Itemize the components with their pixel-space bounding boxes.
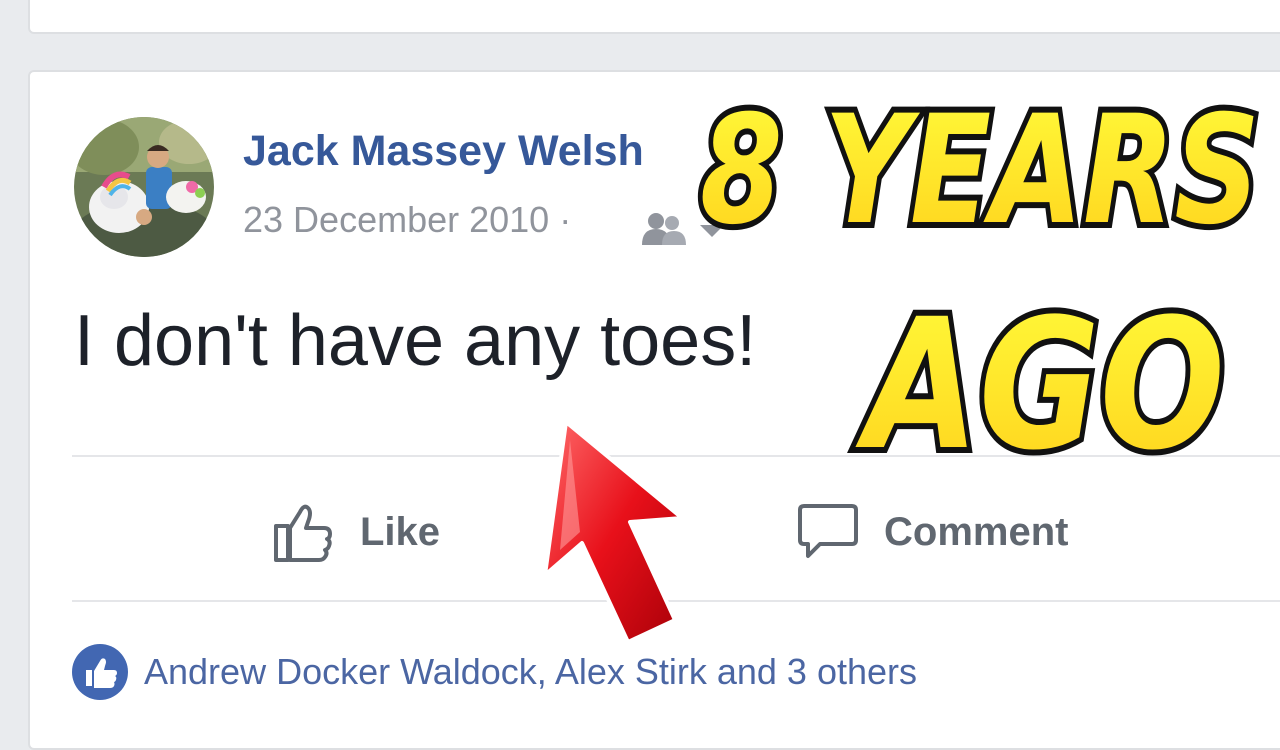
comment-icon	[798, 504, 858, 558]
post-meta: 23 December 2010 ·	[243, 199, 571, 241]
previous-post-card	[28, 0, 1280, 34]
like-label: Like	[360, 509, 441, 554]
like-reaction-icon	[72, 644, 128, 700]
avatar-photo	[74, 117, 214, 257]
thumbs-up-icon	[274, 504, 332, 562]
comment-button[interactable]: Comment	[796, 492, 1068, 572]
reactions-text[interactable]: Andrew Docker Waldock, Alex Stirk and 3 …	[144, 651, 917, 693]
like-button[interactable]: Like	[272, 492, 440, 572]
red-arrow-icon	[543, 420, 684, 644]
post-text: I don't have any toes!	[74, 301, 757, 381]
reactions-summary[interactable]: Andrew Docker Waldock, Alex Stirk and 3 …	[72, 642, 917, 702]
overlay-title: 8 YEARS AGO	[694, 78, 1266, 472]
author-avatar[interactable]	[74, 117, 214, 257]
post-author-name[interactable]: Jack Massey Welsh	[243, 127, 644, 176]
overlay-line2: AGO	[855, 281, 1225, 472]
post-date[interactable]: 23 December 2010	[243, 199, 549, 240]
meta-separator: ·	[559, 199, 572, 240]
overlay-line1: 8 YEARS	[700, 84, 1260, 258]
comment-label: Comment	[884, 509, 1069, 554]
